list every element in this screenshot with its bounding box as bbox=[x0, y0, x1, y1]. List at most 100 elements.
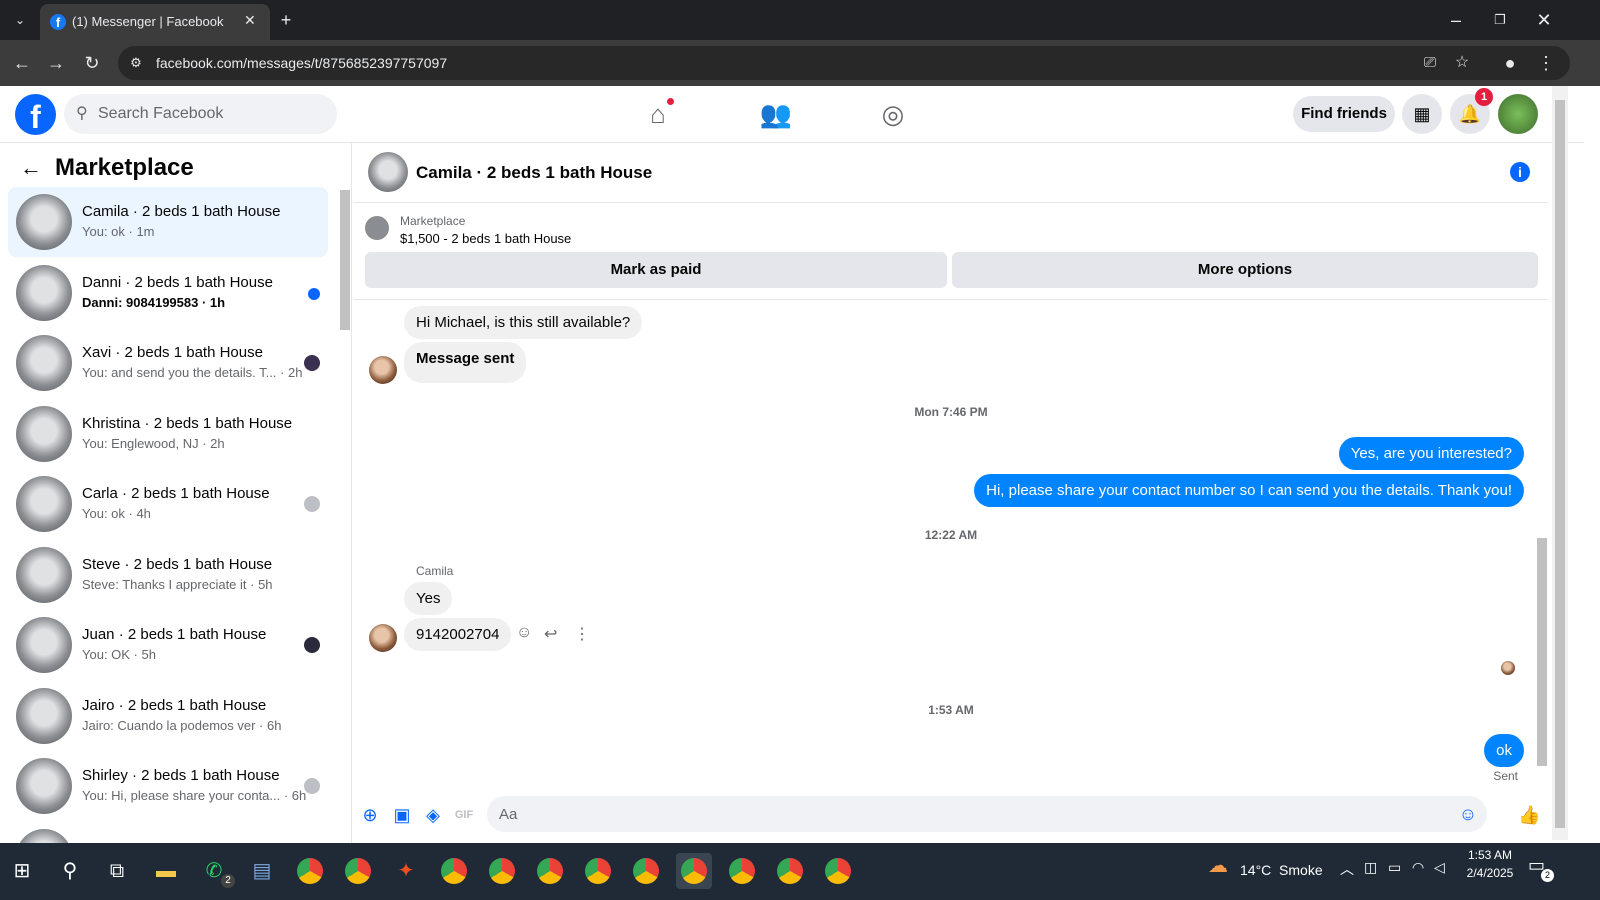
message-bubble[interactable]: Message sent bbox=[404, 342, 527, 383]
plus-icon[interactable]: ⊕ bbox=[359, 804, 381, 826]
conversation-item[interactable] bbox=[8, 822, 328, 843]
conversation-item[interactable]: Camila · 2 beds 1 bath House You: ok · 1… bbox=[8, 187, 328, 257]
back-icon[interactable]: ← bbox=[10, 51, 34, 75]
conversation-item[interactable]: Jairo · 2 beds 1 bath House Jairo: Cuand… bbox=[8, 681, 328, 751]
conversation-item[interactable]: Khristina · 2 beds 1 bath House You: Eng… bbox=[8, 399, 328, 469]
timestamp: Mon 7:46 PM bbox=[914, 405, 988, 419]
close-tab-icon[interactable]: ✕ bbox=[244, 12, 256, 29]
menu-grid-icon[interactable]: ▦ bbox=[1402, 94, 1442, 134]
sent-status: Sent bbox=[1493, 769, 1518, 783]
find-friends-button[interactable]: Find friends bbox=[1293, 96, 1395, 132]
chrome-icon[interactable] bbox=[340, 853, 376, 889]
photo-icon[interactable]: ▣ bbox=[391, 804, 413, 826]
panel-title: Marketplace bbox=[55, 154, 194, 181]
profile-icon[interactable]: ● bbox=[1498, 51, 1522, 75]
conversation-name: Steve · 2 beds 1 bath House bbox=[82, 556, 273, 573]
task-view-icon[interactable]: ⧉ bbox=[99, 853, 135, 889]
message-composer: ⊕ ▣ ◈ GIF Aa ☺ 👍 bbox=[354, 790, 1548, 840]
reload-icon[interactable]: ↻ bbox=[80, 51, 104, 75]
gif-icon[interactable]: GIF bbox=[453, 804, 475, 826]
menu-kebab-icon[interactable]: ⋮ bbox=[1534, 51, 1558, 75]
message-input[interactable]: Aa ☺ bbox=[487, 796, 1487, 832]
meet-icon[interactable]: ◫ bbox=[1364, 859, 1377, 876]
groups-icon[interactable]: ◎ bbox=[873, 96, 913, 132]
tab-title: (1) Messenger | Facebook bbox=[72, 14, 224, 29]
conversation-preview: You: and send you the details. T... · 2h bbox=[82, 365, 303, 380]
clock-time[interactable]: 1:53 AM bbox=[1462, 848, 1518, 862]
chrome-icon[interactable] bbox=[628, 853, 664, 889]
message-bubble[interactable]: Hi, please share your contact number so … bbox=[974, 474, 1524, 507]
chrome-icon[interactable] bbox=[724, 853, 760, 889]
info-icon[interactable]: i bbox=[1510, 162, 1530, 182]
conversation-preview: You: ok · 1m bbox=[82, 224, 155, 239]
conversation-item[interactable]: Shirley · 2 beds 1 bath House You: Hi, p… bbox=[8, 751, 328, 821]
chrome-icon[interactable] bbox=[436, 853, 472, 889]
search-icon[interactable]: ⚲ bbox=[52, 853, 88, 889]
message-bubble[interactable]: 9142002704 bbox=[404, 618, 512, 651]
message-bubble[interactable]: Hi Michael, is this still available? bbox=[404, 306, 643, 339]
chat-scrollbar[interactable] bbox=[1537, 538, 1547, 766]
conversation-item[interactable]: Juan · 2 beds 1 bath House You: OK · 5h bbox=[8, 610, 328, 680]
reply-icon[interactable]: ↩ bbox=[544, 624, 557, 644]
conversation-preview: You: Hi, please share your conta... · 6h bbox=[82, 788, 307, 803]
weather-icon[interactable]: ☁ bbox=[1208, 853, 1228, 878]
browser-tab[interactable]: f (1) Messenger | Facebook ✕ bbox=[40, 4, 270, 40]
conversation-item[interactable]: Carla · 2 beds 1 bath House You: ok · 4h bbox=[8, 469, 328, 539]
figma-icon[interactable]: ✦ bbox=[388, 853, 424, 889]
bookmark-star-icon[interactable]: ☆ bbox=[1450, 51, 1474, 75]
address-bar[interactable]: ⚙ facebook.com/messages/t/87568523977570… bbox=[118, 46, 1570, 80]
browser-tab-bar: ⌄ f (1) Messenger | Facebook ✕ + – ❐ ✕ bbox=[0, 0, 1600, 40]
conversation-name: Carla · 2 beds 1 bath House bbox=[82, 485, 270, 502]
tab-search-icon[interactable]: ⌄ bbox=[8, 8, 32, 32]
emoji-icon[interactable]: ☺ bbox=[1457, 803, 1479, 825]
conversation-item[interactable]: Xavi · 2 beds 1 bath House You: and send… bbox=[8, 328, 328, 398]
react-emoji-icon[interactable]: ☺ bbox=[516, 624, 532, 642]
conversation-item[interactable]: Steve · 2 beds 1 bath House Steve: Thank… bbox=[8, 540, 328, 610]
app-icon[interactable]: ▤ bbox=[244, 853, 280, 889]
restore-icon[interactable]: ❐ bbox=[1488, 8, 1512, 32]
message-bubble[interactable]: Yes bbox=[404, 582, 453, 615]
account-avatar[interactable] bbox=[1498, 94, 1538, 134]
page-scrollbar-thumb[interactable] bbox=[1555, 100, 1565, 828]
new-tab-icon[interactable]: + bbox=[274, 8, 298, 32]
more-options-button[interactable]: More options bbox=[952, 252, 1538, 288]
battery-icon[interactable]: ▭ bbox=[1388, 859, 1401, 876]
listing-thumbnail bbox=[16, 335, 72, 391]
install-icon[interactable]: ⎚ bbox=[1418, 51, 1442, 75]
facebook-logo-icon[interactable]: f bbox=[15, 94, 56, 135]
file-explorer-icon[interactable]: ▬ bbox=[148, 853, 184, 889]
conversation-item[interactable]: Danni · 2 beds 1 bath House Danni: 90841… bbox=[8, 258, 328, 328]
message-bubble[interactable]: Yes, are you interested? bbox=[1338, 437, 1524, 470]
chrome-icon[interactable] bbox=[820, 853, 856, 889]
message-placeholder: Aa bbox=[499, 806, 518, 823]
message-bubble[interactable]: ok bbox=[1484, 734, 1524, 767]
minimize-icon[interactable]: – bbox=[1444, 8, 1468, 32]
clock-date[interactable]: 2/4/2025 bbox=[1462, 866, 1518, 880]
chrome-icon[interactable] bbox=[532, 853, 568, 889]
chrome-icon-active[interactable] bbox=[676, 853, 712, 889]
windows-taskbar: ⊞ ⚲ ⧉ ▬ ✆ 2 ▤ ✦ ☁ 14°C Smoke ︿ ◫ ▭ ◠ ◁ 1… bbox=[0, 843, 1600, 900]
mark-as-paid-button[interactable]: Mark as paid bbox=[365, 252, 947, 288]
back-arrow-icon[interactable]: ← bbox=[20, 155, 42, 181]
chrome-icon[interactable] bbox=[580, 853, 616, 889]
list-scrollbar[interactable] bbox=[340, 190, 350, 330]
wifi-icon[interactable]: ◠ bbox=[1412, 859, 1424, 876]
site-info-icon[interactable]: ⚙ bbox=[124, 51, 148, 75]
weather-text[interactable]: 14°C Smoke bbox=[1240, 862, 1323, 878]
chat-avatar[interactable] bbox=[368, 152, 408, 192]
start-icon[interactable]: ⊞ bbox=[4, 853, 40, 889]
search-input[interactable]: ⚲ Search Facebook bbox=[64, 94, 337, 134]
forward-icon[interactable]: → bbox=[44, 51, 68, 75]
sender-avatar[interactable] bbox=[369, 624, 397, 652]
chrome-icon[interactable] bbox=[772, 853, 808, 889]
friends-icon[interactable]: 👥 bbox=[756, 96, 796, 132]
sender-avatar[interactable] bbox=[369, 356, 397, 384]
thumbs-up-icon[interactable]: 👍 bbox=[1518, 804, 1540, 826]
chrome-icon[interactable] bbox=[292, 853, 328, 889]
sticker-icon[interactable]: ◈ bbox=[422, 804, 444, 826]
volume-icon[interactable]: ◁ bbox=[1434, 859, 1445, 876]
more-actions-icon[interactable]: ⋮ bbox=[574, 624, 590, 644]
tray-chevron-icon[interactable]: ︿ bbox=[1340, 859, 1354, 879]
close-window-icon[interactable]: ✕ bbox=[1532, 8, 1556, 32]
chrome-icon[interactable] bbox=[484, 853, 520, 889]
